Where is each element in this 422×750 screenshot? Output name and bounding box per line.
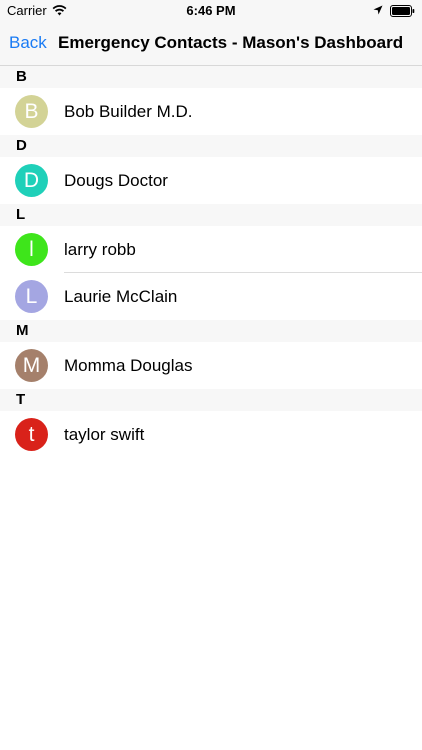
contacts-list: B B Bob Builder M.D. D D Dougs Doctor Ll larry … <box>0 66 422 458</box>
status-time: 6:46 PM <box>186 3 236 18</box>
contact-name: Dougs Doctor <box>64 171 168 190</box>
section-header-d: D <box>0 135 422 157</box>
section-letter: L <box>16 206 26 223</box>
contact-row[interactable]: t taylor swift <box>0 411 422 458</box>
section-header-b: B <box>0 66 422 88</box>
page-title: Emergency Contacts - Mason's Dashboard <box>58 33 404 52</box>
contact-avatar: l <box>15 233 48 266</box>
section-header-t: T <box>0 389 422 411</box>
contact-avatar: M <box>15 349 48 382</box>
contact-name: Momma Douglas <box>64 356 193 375</box>
contact-name: taylor swift <box>64 425 145 444</box>
battery-icon <box>390 5 415 17</box>
contact-name: Bob Builder M.D. <box>64 102 193 121</box>
contact-row[interactable]: L Laurie McClain <box>0 273 422 320</box>
section-letter: B <box>16 68 27 85</box>
section-letter: D <box>16 137 27 154</box>
section-header-l: L <box>0 204 422 226</box>
section-header-m: M <box>0 320 422 342</box>
contact-avatar: L <box>15 280 48 313</box>
contact-name: larry robb <box>64 240 136 259</box>
back-button[interactable]: Back <box>9 32 47 54</box>
navigation-bar: Back Emergency Contacts - Mason's Dashbo… <box>0 22 422 66</box>
contact-avatar: B <box>15 95 48 128</box>
status-bar: Carrier 6:46 PM <box>0 0 422 22</box>
contact-avatar: t <box>15 418 48 451</box>
section-letter: M <box>16 322 29 339</box>
section-letter: T <box>16 391 26 408</box>
contact-row[interactable]: B Bob Builder M.D. <box>0 88 422 135</box>
contact-row[interactable]: l larry robb <box>0 226 422 273</box>
contact-row[interactable]: M Momma Douglas <box>0 342 422 389</box>
contact-name: Laurie McClain <box>64 287 178 306</box>
contact-avatar: D <box>15 164 48 197</box>
location-arrow-icon <box>373 5 383 15</box>
contact-row[interactable]: D Dougs Doctor <box>0 157 422 204</box>
